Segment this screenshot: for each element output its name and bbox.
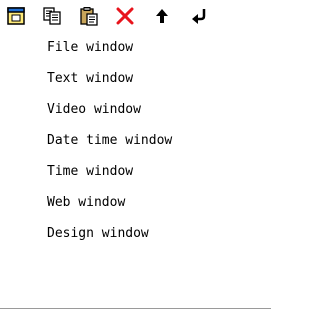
move-up-button[interactable]	[150, 4, 174, 28]
new-window-icon	[6, 6, 26, 26]
paste-icon	[79, 6, 99, 26]
menu-item-time-window[interactable]: Time window	[0, 156, 281, 187]
arrow-return-icon	[189, 6, 209, 26]
menu-item-text-window[interactable]: Text window	[0, 63, 281, 94]
paste-button[interactable]	[77, 4, 101, 28]
delete-button[interactable]	[113, 4, 137, 28]
delete-icon	[115, 6, 135, 26]
arrow-up-icon	[152, 6, 172, 26]
menu-item-date-time-window[interactable]: Date time window	[0, 125, 281, 156]
menu-bottom-divider	[0, 308, 271, 310]
copy-icon	[42, 6, 62, 26]
copy-button[interactable]	[40, 4, 64, 28]
toolbar	[0, 0, 281, 32]
menu-item-video-window[interactable]: Video window	[0, 94, 281, 125]
return-button[interactable]	[187, 4, 211, 28]
menu-item-web-window[interactable]: Web window	[0, 187, 281, 218]
menu-item-design-window[interactable]: Design window	[0, 218, 281, 249]
new-window-button[interactable]	[4, 4, 28, 28]
menu-item-file-window[interactable]: File window	[0, 32, 281, 63]
